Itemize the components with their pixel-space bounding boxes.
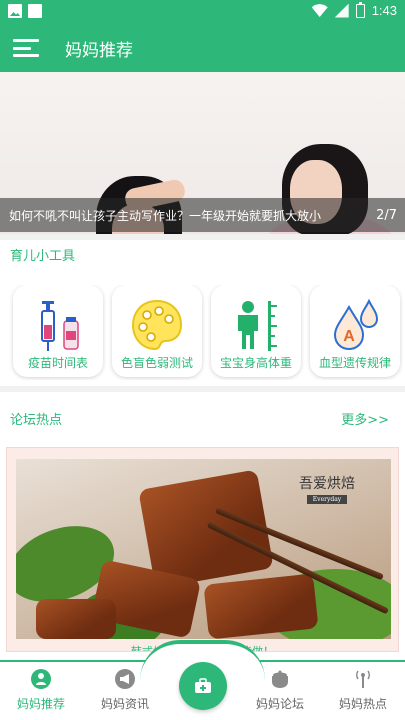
battery-icon <box>355 1 365 18</box>
tool-label: 宝宝身高体重 <box>219 356 292 370</box>
status-time: 1:43 <box>371 3 397 18</box>
nav-tab-forum[interactable]: 妈妈论坛 <box>245 668 315 712</box>
tool-label: 血型遗传规律 <box>318 356 391 370</box>
wifi-icon <box>311 4 328 17</box>
nav-label: 妈妈论坛 <box>255 697 304 711</box>
tools-section-title: 育儿小工具 <box>10 249 76 264</box>
status-bar: 1:43 <box>0 0 405 24</box>
forum-post-image: 吾爱烘焙 Everyday <box>16 459 391 639</box>
tool-vaccine-schedule[interactable]: 疫苗时间表 <box>13 285 103 377</box>
forum-section-title: 论坛热点 <box>10 413 63 428</box>
banner-caption-bar[interactable]: 如何不吼不叫让孩子主动写作业？一年级开始就要抓大放小 2/7 <box>0 198 405 232</box>
pot-icon <box>272 670 288 688</box>
tools-row[interactable]: 疫苗时间表 色盲色弱测试 宝宝身高体重 A 血型遗传规律 <box>0 285 405 380</box>
banner-caption: 如何不吼不叫让孩子主动写作业？一年级开始就要抓大放小 <box>9 208 322 223</box>
nav-label: 妈妈资讯 <box>100 697 149 711</box>
more-link[interactable]: 更多>> <box>341 409 389 428</box>
gallery-notification-icon <box>8 4 22 18</box>
tool-baby-height-weight[interactable]: 宝宝身高体重 <box>211 285 301 377</box>
medical-kit-icon <box>195 678 211 693</box>
page-title: 妈妈推荐 <box>65 40 133 61</box>
nav-tab-hot[interactable]: 妈妈热点 <box>328 668 398 712</box>
blood-type-icon: A <box>333 298 379 351</box>
nav-tab-news[interactable]: 妈妈资讯 <box>90 668 160 712</box>
watermark-sub: Everyday <box>307 495 347 504</box>
palette-icon <box>131 299 183 351</box>
tool-label: 疫苗时间表 <box>27 356 88 370</box>
svg-text:A: A <box>343 328 355 345</box>
broadcast-icon <box>356 670 370 688</box>
height-icon <box>238 301 277 351</box>
center-action-button[interactable] <box>179 662 227 710</box>
vaccine-icon <box>41 301 79 351</box>
signal-icon <box>334 3 349 18</box>
tool-label: 色盲色弱测试 <box>120 356 193 370</box>
megaphone-icon <box>115 669 135 689</box>
image-watermark: 吾爱烘焙 Everyday <box>299 473 355 504</box>
nav-tab-recommend[interactable]: 妈妈推荐 <box>6 668 76 712</box>
app-bar: 妈妈推荐 <box>0 24 405 72</box>
tool-blood-type[interactable]: A 血型遗传规律 <box>310 285 400 377</box>
divider <box>0 234 405 240</box>
forum-post-card[interactable]: 吾爱烘焙 Everyday 韩式烤五花肉，在家也能做！ <box>6 447 399 652</box>
app-notification-icon <box>28 4 42 18</box>
divider <box>0 386 405 392</box>
nav-label: 妈妈热点 <box>338 697 387 711</box>
tool-color-blind-test[interactable]: 色盲色弱测试 <box>112 285 202 377</box>
banner-page-indicator: 2/7 <box>376 207 397 223</box>
watermark-text: 吾爱烘焙 <box>299 476 355 492</box>
home-mom-icon <box>31 669 51 689</box>
notification-icons <box>8 4 42 18</box>
nav-label: 妈妈推荐 <box>16 697 65 711</box>
menu-icon[interactable] <box>13 39 39 57</box>
